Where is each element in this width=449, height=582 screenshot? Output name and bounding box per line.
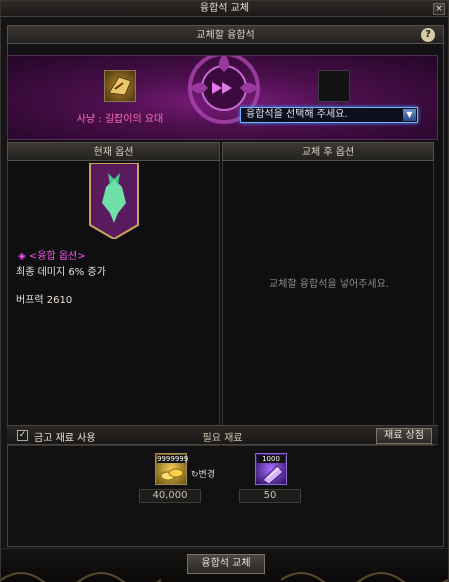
use-safe-materials-checkbox[interactable]: ✓ [17,430,28,441]
material-shop-button[interactable]: 재료 상점 [376,428,432,444]
close-icon[interactable]: × [433,3,445,15]
gold-material-slot[interactable]: 9999999 [155,453,189,485]
exchange-stone-button[interactable]: 융합석 교체 [187,554,265,574]
window-titlebar[interactable]: 융합석 교체 × [1,1,448,17]
fusion-option-title: ◈ <융합 옵션> [18,251,86,262]
after-options-empty-message: 교체할 융합석을 넣어주세요. [269,279,389,290]
option-line-buff-power: 버프력 2610 [16,295,73,306]
after-options-panel: 교체 후 옵션 교체할 융합석을 넣어주세요. [222,142,434,446]
gold-count: 40,000 [139,489,201,503]
cube-material-slot[interactable]: 1000 [255,453,287,485]
current-options-header: 현재 옵션 [7,142,220,161]
cube-icon [262,465,284,484]
window-title: 융합석 교체 [199,3,250,14]
current-options-panel: 현재 옵션 ◈ <융합 옵션> 최종 데미지 6% 증가 버프력 2610 [7,142,220,446]
target-stone-title: 교체할 융합석 [196,30,255,41]
dropdown-arrow-icon[interactable]: ▼ [403,109,416,121]
target-stone-header: 교체할 융합석 ? [7,25,444,44]
cube-count: 50 [239,489,301,503]
help-icon[interactable]: ? [421,28,435,42]
gold-icon [160,468,184,481]
current-stone-slot[interactable] [104,70,136,102]
after-options-header: 교체 후 옵션 [222,142,434,161]
stone-select-panel: 사냥 : 길잡이의 요대 융합석을 선택해 주세요. ▼ [7,55,438,140]
currency-change-button[interactable]: ↻변경 [191,467,215,480]
gold-badge: 9999999 [157,455,189,463]
target-stone-slot[interactable] [318,70,350,102]
materials-bar: ✓ 금고 재료 사용 필요 재료 재료 상점 [7,425,438,445]
wolf-emblem-icon [89,163,139,239]
cube-badge: 1000 [257,455,285,463]
belt-item-icon [108,76,132,96]
dropdown-selected-text: 융합석을 선택해 주세요. [246,109,348,120]
use-safe-materials-label[interactable]: 금고 재료 사용 [34,429,96,444]
stone-select-dropdown[interactable]: 융합석을 선택해 주세요. ▼ [240,107,418,123]
fusion-stone-exchange-window: 융합석 교체 × 교체할 융합석 ? 사냥 : 길잡이의 요대 융합석을 선택해… [0,0,449,582]
current-stone-name: 사냥 : 길잡이의 요대 [76,114,164,125]
option-line-final-damage: 최종 데미지 6% 증가 [16,267,106,278]
